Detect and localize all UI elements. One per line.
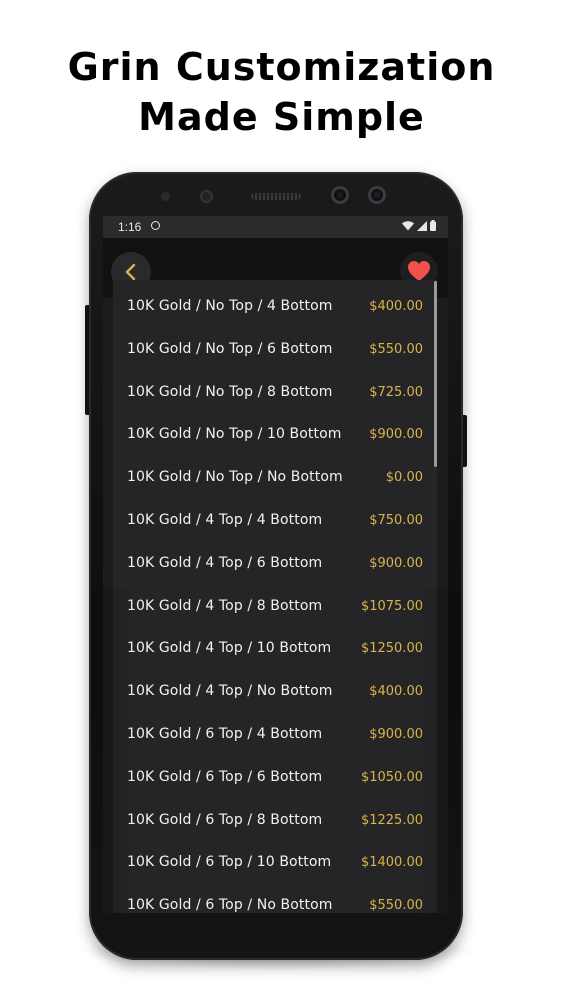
option-price: $550.00: [369, 342, 423, 357]
option-row[interactable]: 10K Gold / 6 Top / 10 Bottom $1400.00: [113, 842, 437, 885]
option-row[interactable]: 10K Gold / 4 Top / 10 Bottom $1250.00: [113, 628, 437, 671]
option-label: 10K Gold / No Top / 4 Bottom: [127, 298, 333, 314]
option-row[interactable]: 10K Gold / 4 Top / 8 Bottom $1075.00: [113, 586, 437, 629]
wifi-icon: [402, 220, 414, 230]
option-price: $900.00: [369, 556, 423, 571]
heart-icon: [408, 261, 430, 281]
option-label: 10K Gold / 4 Top / 6 Bottom: [127, 555, 323, 571]
option-row[interactable]: 10K Gold / No Top / 8 Bottom $725.00: [113, 372, 437, 415]
option-price: $1250.00: [360, 641, 423, 656]
option-row[interactable]: 10K Gold / 6 Top / 6 Bottom $1050.00: [113, 757, 437, 800]
option-price: $1050.00: [360, 770, 423, 785]
option-row[interactable]: 10K Gold / 6 Top / No Bottom $550.00: [113, 885, 437, 913]
option-row[interactable]: 10K Gold / 6 Top / 4 Bottom $900.00: [113, 714, 437, 757]
sensor-dot: [161, 192, 170, 201]
scrollbar[interactable]: [434, 281, 437, 467]
phone-screen: 1:16 10K Gold / No Top / 4 Bottom $400.00…: [103, 216, 448, 913]
option-label: 10K Gold / 6 Top / No Bottom: [127, 897, 333, 913]
status-time: 1:16: [118, 220, 142, 234]
option-row[interactable]: 10K Gold / No Top / 10 Bottom $900.00: [113, 414, 437, 457]
option-row[interactable]: 10K Gold / No Top / No Bottom $0.00: [113, 457, 437, 500]
headline-line-1: Grin Customization: [67, 45, 496, 89]
option-price: $900.00: [369, 427, 423, 442]
option-price: $725.00: [369, 385, 423, 400]
option-label: 10K Gold / 4 Top / 10 Bottom: [127, 640, 332, 656]
options-list[interactable]: 10K Gold / No Top / 4 Bottom $400.00 10K G…: [113, 280, 437, 913]
option-label: 10K Gold / 6 Top / 4 Bottom: [127, 726, 323, 742]
option-price: $750.00: [369, 513, 423, 528]
option-label: 10K Gold / 6 Top / 6 Bottom: [127, 769, 323, 785]
option-label: 10K Gold / 6 Top / 8 Bottom: [127, 812, 323, 828]
option-label: 10K Gold / 4 Top / No Bottom: [127, 683, 333, 699]
battery-icon: [430, 220, 436, 231]
option-price: $400.00: [369, 684, 423, 699]
status-bar: 1:16: [103, 216, 448, 238]
option-row[interactable]: 10K Gold / No Top / 6 Bottom $550.00: [113, 329, 437, 372]
option-price: $1400.00: [360, 855, 423, 870]
app-notification-icon: [151, 221, 160, 230]
option-price: $1225.00: [360, 813, 423, 828]
chevron-left-icon: [125, 263, 136, 281]
option-price: $550.00: [369, 898, 423, 913]
option-label: 10K Gold / 4 Top / 8 Bottom: [127, 598, 323, 614]
option-row[interactable]: 10K Gold / No Top / 4 Bottom $400.00: [113, 286, 437, 329]
option-row[interactable]: 10K Gold / 4 Top / 4 Bottom $750.00: [113, 500, 437, 543]
option-row[interactable]: 10K Gold / 4 Top / No Bottom $400.00: [113, 671, 437, 714]
signal-icon: [417, 220, 427, 231]
option-label: 10K Gold / No Top / 10 Bottom: [127, 426, 342, 442]
proximity-sensor: [200, 190, 213, 203]
option-label: 10K Gold / 4 Top / 4 Bottom: [127, 512, 323, 528]
front-camera-icon: [331, 186, 349, 204]
option-row[interactable]: 10K Gold / 6 Top / 8 Bottom $1225.00: [113, 800, 437, 843]
option-price: $0.00: [385, 470, 423, 485]
option-price: $1075.00: [360, 599, 423, 614]
option-row[interactable]: 10K Gold / 4 Top / 6 Bottom $900.00: [113, 543, 437, 586]
option-price: $400.00: [369, 299, 423, 314]
headline-line-2: Made Simple: [138, 95, 425, 139]
headline: Grin Customization Made Simple: [0, 42, 563, 142]
option-price: $900.00: [369, 727, 423, 742]
option-label: 10K Gold / No Top / No Bottom: [127, 469, 343, 485]
option-label: 10K Gold / 6 Top / 10 Bottom: [127, 854, 332, 870]
option-label: 10K Gold / No Top / 8 Bottom: [127, 384, 333, 400]
option-label: 10K Gold / No Top / 6 Bottom: [127, 341, 333, 357]
earpiece-speaker: [251, 193, 301, 200]
status-icons: [402, 220, 436, 231]
iris-scanner-icon: [368, 186, 386, 204]
